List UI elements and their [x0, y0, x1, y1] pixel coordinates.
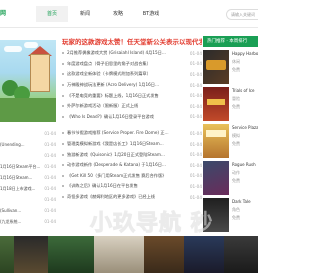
game-tile[interactable]	[94, 236, 144, 273]
bullet-icon	[62, 174, 64, 177]
nav-item-home[interactable]: 首页	[36, 6, 68, 22]
game-card[interactable]: Rogue Rush 动作 免费	[203, 161, 258, 195]
site-logo[interactable]: 网	[0, 8, 6, 17]
search-input[interactable]: 请输入关键词	[226, 9, 258, 20]
news-item[interactable]: 这款游戏全新体验（卡牌模式附加系列篇章） 01-04	[62, 69, 202, 80]
news-item[interactable]: 《不是电竞的重要》标题上线，1月16日正式发售 01-04	[62, 90, 202, 101]
bullet-icon	[62, 185, 64, 188]
bullet-icon	[62, 164, 64, 167]
list-item[interactable]: 01-04	[0, 150, 56, 161]
game-info: Trials of Ice 冒险 免费	[232, 88, 255, 109]
news-item[interactable]: 年度游戏盘点（骨子旧思里的角子对战合集） 01-04	[62, 59, 202, 70]
list-item[interactable]: 1月16日Steam... 01-04	[0, 172, 56, 183]
ranking-title: 热门推荐 · 本周排行	[203, 36, 258, 47]
page: 网 首页 新闻 攻略 BT游戏 请输入关键词 01-04 (Unending..…	[0, 0, 258, 273]
news-item[interactable]: 春节节假游戏推荐 (Service Proper. Fire Dome) 正..…	[62, 128, 202, 139]
news-item[interactable]: 《Get Kill 50（多门用Steam正式发售 赛后合作版》 01-04	[62, 171, 202, 182]
game-tile[interactable]	[224, 236, 258, 273]
game-card[interactable]: Happy Harbor 休闲 免费	[203, 50, 258, 84]
game-info: Service Plaza 模拟 免费	[232, 125, 258, 146]
news-list-2: 春节节假游戏推荐 (Service Proper. Fire Dome) 正..…	[62, 128, 202, 202]
news-column: 玩家的这款游戏太赞！任天堂新公关表示以现代发生... 2月推荐偶像游戏大赏 (G…	[62, 36, 202, 202]
game-tile[interactable]	[48, 236, 94, 273]
list-item[interactable]: (九龙系统... 01-04	[0, 216, 56, 227]
game-tile[interactable]	[14, 236, 48, 273]
nav-item-bt-games[interactable]: BT游戏	[135, 6, 167, 22]
left-column: 01-04 (Unending... 01-04 01-04 1月16日Steam…	[0, 36, 56, 236]
game-thumbnail[interactable]	[203, 87, 229, 121]
news-list-1: 2月推荐偶像游戏大赏 (Grisaiahl Island) 4月15日... 01…	[62, 48, 202, 122]
game-tile[interactable]	[144, 236, 184, 273]
news-item[interactable]: 《训练之后》确认1月16日在平台发售 01-04	[62, 181, 202, 192]
bullet-icon	[62, 153, 64, 156]
bullet-icon	[62, 62, 64, 65]
top-navbar: 网 首页 新闻 攻略 BT游戏 请输入关键词	[0, 0, 258, 28]
news-item[interactable]: 外萨尔新游戏活动（限新服）正式上线 01-04	[62, 101, 202, 112]
news-item[interactable]: 万神殿神战玩法更新 (Acro Delivery) 1月16日... 01-04	[62, 80, 202, 91]
news-item[interactable]: 2月推荐偶像游戏大赏 (Grisaiahl Island) 4月15日... 01…	[62, 48, 202, 59]
game-card[interactable]: Trials of Ice 冒险 免费	[203, 87, 258, 121]
nav-item-news[interactable]: 新闻	[69, 6, 101, 22]
bullet-icon	[62, 115, 64, 118]
news-item[interactable]: 独游新游戏《Quisonic》1月20日正式登陆Steam... 01-04	[62, 149, 202, 160]
news-item[interactable]: 《Who Is Dead?》确认1月16日登录平台游戏 01-04	[62, 112, 202, 123]
game-tile[interactable]	[184, 236, 224, 273]
featured-game-banner[interactable]	[0, 40, 56, 122]
game-thumbnail-strip	[0, 236, 258, 273]
game-tile[interactable]	[0, 236, 14, 273]
bullet-icon	[62, 105, 64, 108]
news-item[interactable]: 动作游戏新作 (Desperade & Katana) 于1月16日... 01-…	[62, 160, 202, 171]
list-item[interactable]: 1月16日Steam平台... 01-04	[0, 161, 56, 172]
news-item[interactable]: 管理类模拟新游戏《我是店长工》1月16日Steam... 01-04	[62, 139, 202, 150]
list-item[interactable]: (Unending... 01-04	[0, 139, 56, 150]
bullet-icon	[62, 73, 64, 76]
game-info: Rogue Rush 动作 免费	[232, 162, 256, 183]
bullet-icon	[62, 132, 64, 135]
game-card[interactable]: Service Plaza 模拟 免费	[203, 124, 258, 158]
game-thumbnail[interactable]	[203, 50, 229, 84]
list-item[interactable]: (Sullivan... 01-04	[0, 205, 56, 216]
main-nav: 首页 新闻 攻略 BT游戏	[36, 6, 168, 22]
game-info: Dark Tale 角色 免费	[232, 199, 251, 220]
list-item[interactable]: 1月18日上市游戏... 01-04	[0, 183, 56, 194]
nav-item-guides[interactable]: 攻略	[102, 6, 134, 22]
bullet-icon	[62, 94, 64, 97]
left-news-list: 01-04 (Unending... 01-04 01-04 1月16日Steam…	[0, 128, 56, 227]
news-item[interactable]: 奇怪多游戏《赫姆利地区的更多游戏》已经上线 01-04	[62, 192, 202, 203]
game-info: Happy Harbor 休闲 免费	[232, 51, 258, 72]
list-item[interactable]: 01-04	[0, 128, 56, 139]
game-thumbnail[interactable]	[203, 124, 229, 158]
game-thumbnail[interactable]	[203, 161, 229, 195]
watermark: 小玖导航 秒	[90, 211, 214, 237]
bullet-icon	[62, 143, 64, 146]
list-item[interactable]: 01-04	[0, 194, 56, 205]
bullet-icon	[62, 84, 64, 87]
bullet-icon	[62, 52, 64, 55]
headline-link[interactable]: 玩家的这款游戏太赞！任天堂新公关表示以现代发生...	[62, 36, 202, 48]
bullet-icon	[62, 196, 64, 199]
